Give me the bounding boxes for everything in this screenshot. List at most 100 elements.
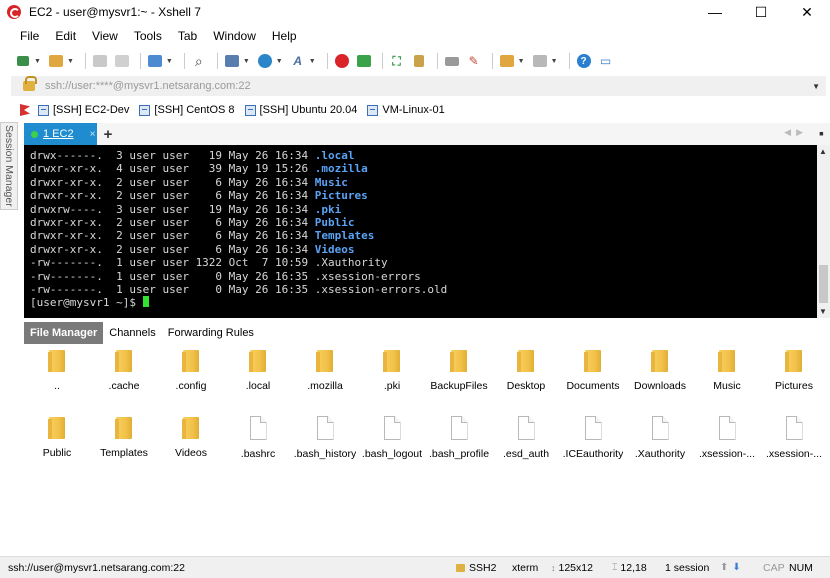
tab-scroll-arrows[interactable]: ◀▶: [784, 127, 808, 138]
address-input[interactable]: ssh://user:****@mysvr1.netsarang.com:22: [45, 80, 251, 92]
terminal-output[interactable]: drwx------. 3 user user 19 May 26 16:34 …: [24, 145, 817, 318]
file-manager-item[interactable]: .esd_auth: [493, 413, 559, 473]
minimize-button[interactable]: —: [692, 0, 738, 24]
pen-icon[interactable]: ✎: [465, 52, 483, 70]
file-manager-item[interactable]: .Xauthority: [627, 413, 693, 473]
tab-ec2[interactable]: 1 EC2 ×: [24, 123, 97, 145]
file-manager-item[interactable]: .cache: [91, 346, 157, 406]
lock-icon[interactable]: [410, 52, 428, 70]
session-manager-tab[interactable]: Session Manager: [0, 122, 18, 210]
file-manager-item[interactable]: BackupFiles: [426, 346, 492, 406]
window-icon[interactable]: [531, 52, 549, 70]
chevron-down-icon[interactable]: ▼: [276, 58, 283, 65]
chevron-down-icon[interactable]: ▼: [518, 58, 525, 65]
file-manager-item[interactable]: .xsession-...: [761, 413, 827, 473]
file-manager-item[interactable]: ..: [24, 346, 90, 406]
link-vm-linux-01[interactable]: VM-Linux-01: [367, 104, 445, 116]
chevron-down-icon[interactable]: ▼: [309, 58, 316, 65]
file-manager-item[interactable]: .xsession-...: [694, 413, 760, 473]
file-icon: [651, 416, 669, 440]
file-manager-item[interactable]: .mozilla: [292, 346, 358, 406]
chat-icon[interactable]: ▭: [597, 52, 615, 70]
scroll-up-icon[interactable]: ▲: [819, 147, 827, 156]
search-icon[interactable]: ⌕: [190, 52, 208, 70]
properties-icon[interactable]: [146, 52, 164, 70]
tab-channels[interactable]: Channels: [103, 322, 161, 344]
menu-help[interactable]: Help: [264, 29, 305, 43]
chevron-down-icon[interactable]: ▼: [166, 58, 173, 65]
new-tab-button[interactable]: +: [100, 125, 116, 143]
tab-list-icon[interactable]: ▪: [819, 125, 824, 141]
file-manager-item[interactable]: .bashrc: [225, 413, 291, 473]
font-icon[interactable]: A: [289, 52, 307, 70]
terminal-line-attrs: -rw-------. 1 user user 0 May 26 16:35: [30, 282, 315, 296]
chevron-down-icon[interactable]: ▼: [551, 58, 558, 65]
file-manager-item[interactable]: .bash_history: [292, 413, 358, 473]
scroll-down-icon[interactable]: ▼: [819, 307, 827, 316]
disconnect-icon[interactable]: [113, 52, 131, 70]
links-flag-icon: [20, 104, 30, 116]
status-bar: ssh://user@mysvr1.netsarang.com:22 SSH2 …: [0, 556, 830, 578]
link-ubuntu-20-04[interactable]: [SSH] Ubuntu 20.04: [244, 104, 357, 116]
terminal-scrollbar[interactable]: ▲ ▼: [817, 145, 830, 318]
open-folder-icon[interactable]: [47, 52, 65, 70]
chevron-down-icon[interactable]: ▼: [34, 58, 41, 65]
menu-view[interactable]: View: [84, 29, 126, 43]
file-manager-item[interactable]: Videos: [158, 413, 224, 473]
tab-file-manager[interactable]: File Manager: [24, 322, 104, 344]
chevron-down-icon[interactable]: ▼: [243, 58, 250, 65]
file-manager-item[interactable]: .pki: [359, 346, 425, 406]
new-session-icon[interactable]: [14, 52, 32, 70]
add-icon[interactable]: [498, 52, 516, 70]
tab-forwarding-rules[interactable]: Forwarding Rules: [162, 322, 260, 344]
menu-file[interactable]: File: [12, 29, 47, 43]
file-manager-item[interactable]: Downloads: [627, 346, 693, 406]
file-manager-item[interactable]: Desktop: [493, 346, 559, 406]
connect-icon[interactable]: [91, 52, 109, 70]
address-bar[interactable]: ssh://user:****@mysvr1.netsarang.com:22 …: [11, 76, 826, 96]
xmanager-icon[interactable]: [355, 52, 373, 70]
terminal-prompt-line[interactable]: [user@mysvr1 ~]$: [30, 296, 817, 309]
file-manager-item[interactable]: Templates: [91, 413, 157, 473]
link-centos-8[interactable]: [SSH] CentOS 8: [139, 104, 235, 116]
menu-tab[interactable]: Tab: [170, 29, 205, 43]
file-manager-item[interactable]: Music: [694, 346, 760, 406]
fullscreen-icon[interactable]: ⛶: [388, 52, 406, 70]
folder-icon: [249, 350, 266, 372]
file-manager-item[interactable]: .bash_profile: [426, 413, 492, 473]
tab-close-icon[interactable]: ×: [90, 129, 96, 140]
terminal-line: -rw-------. 1 user user 0 May 26 16:35 .…: [30, 283, 817, 296]
close-button[interactable]: ✕: [784, 0, 830, 24]
folder-icon: [115, 350, 132, 372]
chevron-down-icon[interactable]: ▼: [812, 82, 820, 91]
file-manager-item[interactable]: Pictures: [761, 346, 827, 406]
file-manager-item[interactable]: .bash_logout: [359, 413, 425, 473]
terminal-line-attrs: drwxr-xr-x. 2 user user 6 May 26 16:34: [30, 242, 315, 256]
keyboard-icon[interactable]: [443, 52, 461, 70]
globe-icon[interactable]: [256, 52, 274, 70]
menu-edit[interactable]: Edit: [47, 29, 84, 43]
links-bar: [SSH] EC2-Dev [SSH] CentOS 8 [SSH] Ubunt…: [0, 100, 830, 120]
file-icon: [383, 416, 401, 440]
toolbar-divider: [491, 53, 493, 69]
file-manager-item[interactable]: .ICEauthority: [560, 413, 626, 473]
file-manager-item[interactable]: Documents: [560, 346, 626, 406]
help-icon[interactable]: ?: [575, 52, 593, 70]
file-manager-item[interactable]: Public: [24, 413, 90, 473]
menu-tools[interactable]: Tools: [126, 29, 170, 43]
chevron-down-icon[interactable]: ▼: [67, 58, 74, 65]
xftp-icon[interactable]: [333, 52, 351, 70]
menu-window[interactable]: Window: [205, 29, 264, 43]
file-manager-item[interactable]: .local: [225, 346, 291, 406]
link-label: VM-Linux-01: [382, 104, 445, 116]
scrollbar-thumb[interactable]: [819, 265, 828, 303]
terminal-line: drwxr-xr-x. 2 user user 6 May 26 16:34 T…: [30, 229, 817, 242]
terminal-line-filename: .xsession-errors: [314, 269, 421, 283]
layout-icon[interactable]: [223, 52, 241, 70]
link-ec2-dev[interactable]: [SSH] EC2-Dev: [38, 104, 129, 116]
file-manager-item[interactable]: .config: [158, 346, 224, 406]
toolbar-divider: [139, 53, 141, 69]
maximize-button[interactable]: ☐: [738, 0, 784, 24]
bottom-panel-tabs: File Manager Channels Forwarding Rules: [24, 322, 830, 344]
file-name: .pki: [383, 380, 401, 392]
